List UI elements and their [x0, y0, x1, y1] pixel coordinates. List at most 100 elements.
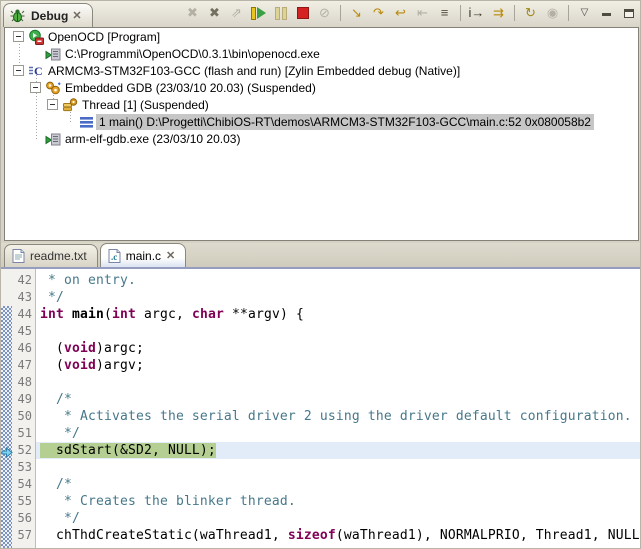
tree-row-label: arm-elf-gdb.exe (23/03/10 20.03) [62, 131, 243, 147]
editor-tab-main-c[interactable]: .c main.c ✕ [100, 243, 187, 267]
step-return-icon[interactable]: ↩ [391, 4, 410, 22]
thread-icon [62, 97, 79, 113]
view-layout-icon[interactable]: ≡ [435, 4, 454, 22]
code-line[interactable]: 44int main(int argc, char **argv) { [13, 306, 641, 323]
debug-tree-row[interactable]: Thread [1] (Suspended) [5, 96, 638, 113]
launch-c-icon: C [28, 63, 45, 79]
code-line[interactable]: 49 /* [13, 391, 641, 408]
code-editor[interactable]: 42 * on entry.43 */44int main(int argc, … [1, 269, 641, 549]
code-line[interactable]: 45 [13, 323, 641, 340]
step-into-icon[interactable]: ↘ [347, 4, 366, 22]
editor-area: readme.txt.cmain.c✕ 42 * on entry.43 */4… [1, 243, 641, 549]
line-number: 42 [13, 272, 36, 289]
close-icon[interactable]: ✕ [166, 251, 175, 261]
debug-tree-row[interactable]: C:\Programmi\OpenOCD\0.3.1\bin\openocd.e… [5, 45, 638, 62]
line-number: 56 [13, 510, 36, 527]
use-step-filters-icon[interactable]: ⇉ [489, 4, 508, 22]
code-line[interactable]: 46 (void)argc; [13, 340, 641, 357]
stack-frame-icon [79, 114, 96, 130]
debug-tree-row[interactable]: 1 main() D:\Progetti\ChibiOS-RT\demos\AR… [5, 113, 638, 130]
code-text: (void)argc; [36, 340, 641, 357]
editor-tab-label: main.c [126, 249, 161, 263]
text-file-icon [12, 249, 25, 263]
code-text [36, 323, 641, 340]
debug-view-header: Debug ✕ ✖✖⇗⊘↘↷↩⇤≡i→⇉↻◉▽ [1, 1, 641, 27]
code-line[interactable]: 47 (void)argv; [13, 357, 641, 374]
code-line[interactable]: 42 * on entry. [13, 272, 641, 289]
debug-view-tab-label: Debug [31, 9, 68, 23]
toolbar-separator [568, 5, 569, 21]
debug-tree-row[interactable]: arm-elf-gdb.exe (23/03/10 20.03) [5, 130, 638, 147]
annotation-ruler [1, 269, 13, 549]
drop-to-frame-icon: ⇤ [413, 4, 432, 22]
tree-expander-icon[interactable] [47, 99, 58, 110]
instruction-stepping-icon[interactable]: i→ [467, 4, 486, 22]
debug-tree-row[interactable]: CARMCM3-STM32F103-GCC (flash and run) [Z… [5, 62, 638, 79]
code-lines: 42 * on entry.43 */44int main(int argc, … [13, 269, 641, 549]
instruction-pointer-icon [1, 445, 13, 463]
debug-tree-row[interactable]: OpenOCD [Program] [5, 28, 638, 45]
line-number: 44 [13, 306, 36, 323]
editor-tabbar: readme.txt .c main.c ✕ [1, 243, 641, 269]
code-line[interactable]: 43 */ [13, 289, 641, 306]
terminate-icon[interactable] [293, 4, 312, 22]
code-text [36, 374, 641, 391]
line-number: 48 [13, 374, 36, 391]
code-line[interactable]: 50 * Activates the serial driver 2 using… [13, 408, 641, 425]
maximize-icon[interactable] [619, 4, 638, 22]
debug-tree: OpenOCD [Program]C:\Programmi\OpenOCD\0.… [4, 27, 639, 241]
toolbar-separator [460, 5, 461, 21]
editor-tab-label: readme.txt [30, 249, 87, 263]
line-number: 46 [13, 340, 36, 357]
tree-row-label: 1 main() D:\Progetti\ChibiOS-RT\demos\AR… [96, 114, 594, 130]
line-number: 51 [13, 425, 36, 442]
debug-tree-row[interactable]: Embedded GDB (23/03/10 20.03) (Suspended… [5, 79, 638, 96]
code-line[interactable]: 56 */ [13, 510, 641, 527]
tree-row-label: ARMCM3-STM32F103-GCC (flash and run) [Zy… [45, 63, 463, 79]
step-over-icon[interactable]: ↷ [369, 4, 388, 22]
line-number: 55 [13, 493, 36, 510]
process-icon [45, 46, 62, 62]
tree-row-label: OpenOCD [Program] [45, 29, 163, 45]
program-icon [28, 29, 45, 45]
refresh-icon[interactable]: ↻ [521, 4, 540, 22]
toolbar-separator [340, 5, 341, 21]
code-text: */ [36, 510, 641, 527]
code-line[interactable]: 48 [13, 374, 641, 391]
minimize-icon[interactable] [597, 4, 616, 22]
code-line[interactable]: 51 */ [13, 425, 641, 442]
eclipse-debug-perspective: Debug ✕ ✖✖⇗⊘↘↷↩⇤≡i→⇉↻◉▽ OpenOCD [Program… [0, 0, 641, 549]
code-text: int main(int argc, char **argv) { [36, 306, 641, 323]
code-text: /* [36, 391, 641, 408]
resume-icon[interactable] [249, 4, 268, 22]
line-number: 43 [13, 289, 36, 306]
tree-expander-icon[interactable] [13, 65, 24, 76]
code-line[interactable]: 55 * Creates the blinker thread. [13, 493, 641, 510]
tree-expander-icon[interactable] [13, 31, 24, 42]
line-number: 57 [13, 527, 36, 544]
code-text: * on entry. [36, 272, 641, 289]
line-number: 50 [13, 408, 36, 425]
code-text: * Creates the blinker thread. [36, 493, 641, 510]
code-line[interactable]: 52 sdStart(&SD2, NULL); [13, 442, 641, 459]
disconnect-icon: ⊘ [315, 4, 334, 22]
tree-expander-icon[interactable] [30, 82, 41, 93]
instruction-pointer-line: sdStart(&SD2, NULL); [40, 443, 216, 458]
line-number: 54 [13, 476, 36, 493]
suspend-icon [271, 4, 290, 22]
debug-view-tab[interactable]: Debug ✕ [3, 3, 93, 27]
code-line[interactable]: 54 /* [13, 476, 641, 493]
remove-all-terminated-icon: ✖ [183, 4, 202, 22]
code-line[interactable]: 57 chThdCreateStatic(waThread1, sizeof(w… [13, 527, 641, 544]
gears-icon [45, 80, 62, 96]
snapshot-icon: ◉ [543, 4, 562, 22]
code-text: sdStart(&SD2, NULL); [36, 442, 641, 459]
view-menu-icon[interactable]: ▽ [575, 4, 594, 22]
toolbar-separator [514, 5, 515, 21]
editor-tab-readme-txt[interactable]: readme.txt [4, 244, 98, 267]
code-line[interactable]: 53 [13, 459, 641, 476]
tree-row-label: Embedded GDB (23/03/10 20.03) (Suspended… [62, 80, 319, 96]
c-file-icon: .c [108, 249, 121, 263]
debug-view-close-icon[interactable]: ✕ [72, 11, 81, 21]
code-text: */ [36, 289, 641, 306]
